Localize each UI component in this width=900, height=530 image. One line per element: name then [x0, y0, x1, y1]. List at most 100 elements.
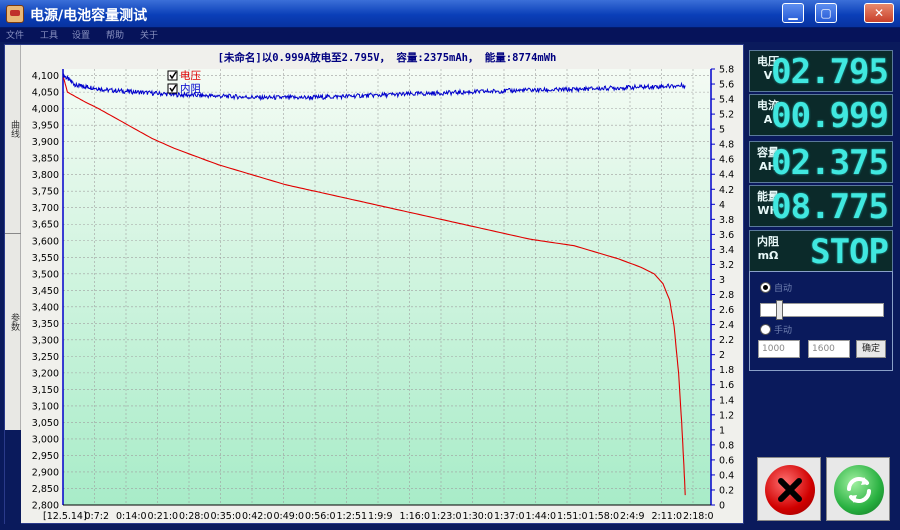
- current-value: 00.999: [771, 96, 889, 136]
- y-left-tick: 3,000: [32, 434, 59, 445]
- menu-help[interactable]: 帮助: [106, 28, 124, 41]
- current-readout: 电流 A 00.999: [749, 94, 893, 136]
- window-title: 电源/电池容量测试: [30, 8, 148, 24]
- energy-value: 08.775: [771, 187, 889, 227]
- x-tick: 1:51:0: [557, 511, 588, 522]
- menu-file[interactable]: 文件: [6, 28, 24, 41]
- y-left-tick: 3,900: [32, 137, 59, 148]
- refresh-button[interactable]: [826, 457, 890, 521]
- close-button[interactable]: ✕: [864, 3, 894, 23]
- x-tick: 0:49:0: [274, 511, 305, 522]
- y-right-tick: 5.4: [719, 95, 734, 106]
- y-left-tick: 3,750: [32, 187, 59, 198]
- y-left-tick: 2,900: [32, 467, 59, 478]
- y-right-tick: 0.8: [719, 440, 734, 451]
- y-right-tick: 0.4: [719, 470, 734, 481]
- capacity-readout: 容量 AH 02.375: [749, 141, 893, 183]
- stop-icon: [765, 465, 815, 515]
- y-right-tick: 1.8: [719, 365, 734, 376]
- y-left-tick: 3,400: [32, 302, 59, 313]
- y-right-tick: 3.8: [719, 215, 734, 226]
- resistance-value: STOP: [810, 232, 889, 272]
- y-left-tick: 3,450: [32, 286, 59, 297]
- y-right-tick: 2.2: [719, 335, 734, 346]
- resistance-readout: 内阻 mΩ STOP: [749, 230, 893, 272]
- menu-tools[interactable]: 工具: [40, 28, 58, 41]
- min-field[interactable]: 1000: [758, 340, 800, 358]
- readout-panel: 电压 V 02.795 电流 A 00.999 容量 AH 02.375 能量 WH 0…: [749, 44, 895, 524]
- x-tick: 2:18:0: [683, 511, 714, 522]
- y-left-tick: 3,950: [32, 121, 59, 132]
- app-window: 电源/电池容量测试 ▁ ▢ ✕ 文件 工具 设置 帮助 关于 曲线 参数 4,1…: [0, 0, 900, 530]
- chart-panel: 曲线 参数 4,100 4,050 4,000 3,950 3,900 3,850 3,80…: [4, 44, 744, 525]
- x-tick: 0:14:0: [116, 511, 147, 522]
- max-field[interactable]: 1600: [808, 340, 850, 358]
- stop-button[interactable]: [757, 457, 821, 521]
- x-tick: 1:16:0: [400, 511, 431, 522]
- energy-readout: 能量 WH 08.775: [749, 185, 893, 227]
- minimize-button[interactable]: ▁: [782, 3, 804, 23]
- maximize-button[interactable]: ▢: [815, 3, 837, 23]
- y-left-tick: 2,950: [32, 451, 59, 462]
- x-tick: 0:28:0: [179, 511, 210, 522]
- y-right-tick: 4: [719, 200, 725, 211]
- y-left-tick: 4,000: [32, 104, 59, 115]
- x-tick: 2:11:0: [652, 511, 683, 522]
- y-right-tick: 1.6: [719, 380, 734, 391]
- y-left-tick: 3,600: [32, 236, 59, 247]
- y-right-tick: 0.2: [719, 485, 734, 496]
- x-tick: 2:4:9: [620, 511, 645, 522]
- x-tick: 1:30:0: [463, 511, 494, 522]
- x-tick: 1:37:0: [494, 511, 525, 522]
- voltage-value: 02.795: [771, 52, 889, 92]
- x-tick: 1:44:0: [526, 511, 557, 522]
- menu-about[interactable]: 关于: [140, 28, 158, 41]
- refresh-icon: [834, 465, 884, 515]
- y-left-tick: 4,100: [32, 71, 59, 82]
- y-right-tick: 3: [719, 275, 725, 286]
- y-left-tick: 3,550: [32, 253, 59, 264]
- y-left-tick: 3,650: [32, 220, 59, 231]
- y-left-tick: 2,800: [32, 501, 59, 512]
- y-left-tick: 3,050: [32, 418, 59, 429]
- y-right-tick: 2.4: [719, 320, 734, 331]
- legend-label: 电压: [180, 69, 201, 82]
- ok-button[interactable]: 确定: [856, 340, 886, 358]
- y-left-tick: 3,300: [32, 335, 59, 346]
- y-right-tick: 4.8: [719, 140, 734, 151]
- y-right-tick: 1: [719, 425, 725, 436]
- y-left-tick: 3,150: [32, 385, 59, 396]
- resistance-unit: mΩ: [757, 249, 779, 262]
- slider-thumb[interactable]: [776, 300, 783, 320]
- x-tick: 1:23:0: [431, 511, 462, 522]
- menu-settings[interactable]: 设置: [72, 28, 90, 41]
- y-right-tick: 5.2: [719, 110, 734, 121]
- capacity-value: 02.375: [771, 143, 889, 183]
- y-right-tick: 2.8: [719, 290, 734, 301]
- x-tick: 0:56:0: [305, 511, 336, 522]
- title-bar[interactable]: 电源/电池容量测试 ▁ ▢ ✕: [0, 0, 900, 28]
- y-right-tick: 5: [719, 125, 725, 136]
- y-left-tick: 3,800: [32, 170, 59, 181]
- y-right-tick: 5.8: [719, 65, 734, 76]
- y-left-tick: 3,700: [32, 203, 59, 214]
- chart-title: [未命名]以0.999A放电至2.795V， 容量:2375mAh， 能量:87…: [218, 51, 557, 64]
- manual-radio-label: 手动: [774, 326, 793, 336]
- y-right-tick: 2.6: [719, 305, 734, 316]
- resistance-label: 内阻: [757, 235, 779, 248]
- x-tick: 1:9:9: [368, 511, 393, 522]
- y-right-tick: 2: [719, 350, 725, 361]
- app-icon: [6, 5, 24, 23]
- y-left-tick: 3,200: [32, 368, 59, 379]
- y-right-tick: 1.2: [719, 410, 734, 421]
- plot-area: [63, 69, 711, 505]
- x-tick: 0:35:0: [211, 511, 242, 522]
- auto-radio-label: 自动: [774, 284, 793, 294]
- x-tick: 1:2:51: [337, 511, 368, 522]
- manual-radio[interactable]: [760, 324, 771, 335]
- x-tick: 0:42:0: [242, 511, 273, 522]
- y-left-tick: 2,850: [32, 484, 59, 495]
- x-tick: 1:58:0: [589, 511, 620, 522]
- auto-radio[interactable]: [760, 282, 771, 293]
- y-left-tick: 3,350: [32, 319, 59, 330]
